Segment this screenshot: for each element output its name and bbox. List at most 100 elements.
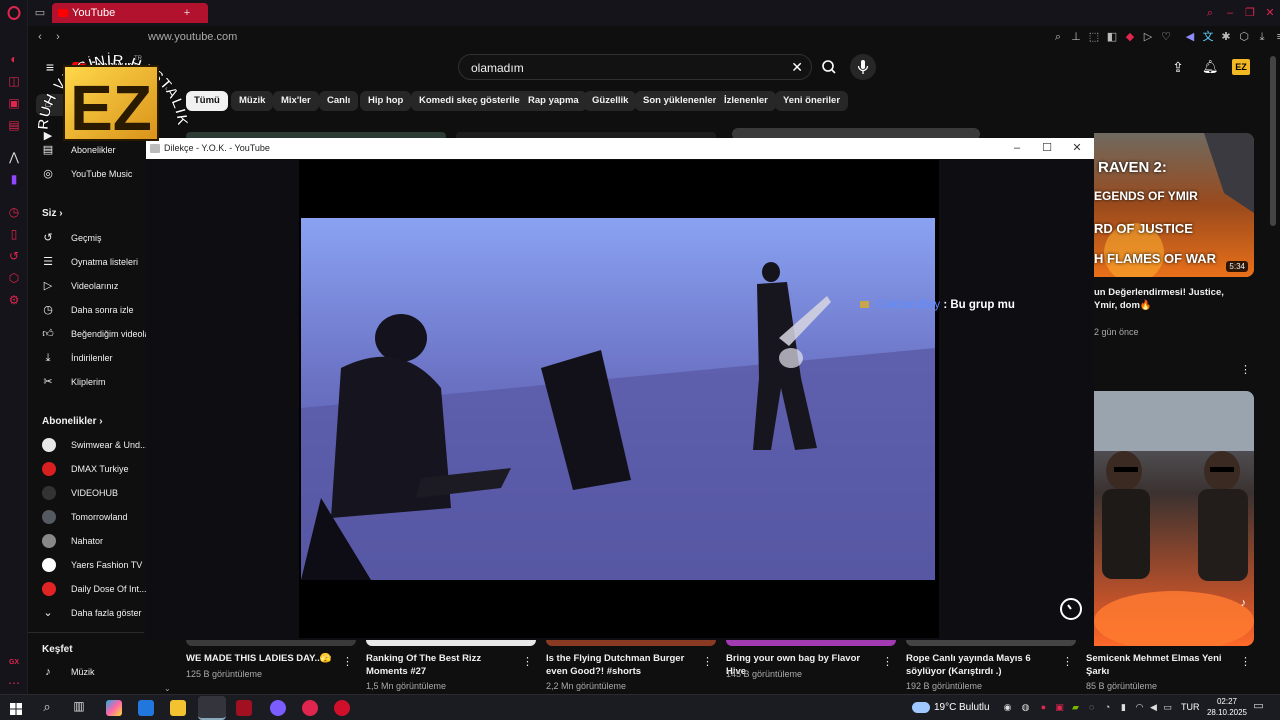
new-tab-button[interactable]: +: [181, 7, 193, 19]
windows-start-icon[interactable]: [10, 702, 22, 715]
video-thumbnail[interactable]: RAVEN 2: EGENDS OF YMIR RD OF JUSTICE H …: [1094, 133, 1254, 277]
copilot-icon[interactable]: [106, 700, 122, 716]
chip-comedy[interactable]: Komedi skeç gösterileri: [411, 91, 535, 111]
short-title[interactable]: Ranking Of The Best Rizz Moments #27: [366, 652, 516, 678]
opera-gx-taskbar-icon[interactable]: [334, 700, 350, 716]
short-thumbnail[interactable]: ♪: [1094, 391, 1254, 646]
popup-titlebar[interactable]: Dilekçe - Y.O.K. - YouTube – ☐ ✕: [146, 138, 1094, 159]
minimize-window-icon[interactable]: –: [1224, 7, 1236, 19]
keyboard-language[interactable]: TUR: [1181, 702, 1200, 712]
nvidia-tray-icon[interactable]: ▰: [1070, 702, 1081, 713]
file-explorer-icon[interactable]: [170, 700, 186, 716]
chip-live[interactable]: Canlı: [319, 91, 359, 111]
search-input[interactable]: olamadım: [471, 61, 524, 75]
more-options-icon[interactable]: ⋮: [1240, 657, 1251, 668]
tab-manager-icon[interactable]: ▭: [34, 7, 46, 19]
more-options-icon[interactable]: ⋮: [1240, 365, 1251, 376]
player-icon[interactable]: ▣: [7, 96, 21, 110]
messenger-icon[interactable]: ◐: [7, 52, 21, 66]
popup-minimize-button[interactable]: –: [1002, 138, 1032, 159]
more-options-icon[interactable]: ⋮: [342, 657, 353, 668]
short-title[interactable]: Semicenk Mehmet Elmas Yeni Şarkı: [1086, 652, 1226, 678]
share-icon[interactable]: ◧: [1106, 31, 1118, 43]
obs-taskbar-icon[interactable]: [198, 696, 226, 720]
notifications-bell-icon[interactable]: 🔔︎: [1202, 60, 1219, 73]
app-tray-icon[interactable]: ▣: [1054, 702, 1065, 713]
mail-icon[interactable]: [138, 700, 154, 716]
twitch-icon[interactable]: ▮: [7, 172, 21, 186]
popup-close-button[interactable]: ✕: [1062, 138, 1092, 159]
nav-subs-heading[interactable]: Abonelikler ›: [42, 416, 103, 427]
pocket-icon[interactable]: ◆: [1124, 31, 1136, 43]
battery-tray-icon[interactable]: ▭: [1162, 702, 1173, 713]
heart-icon[interactable]: ♡: [1160, 31, 1172, 43]
clock-icon[interactable]: ◷: [7, 205, 21, 219]
weather-desc[interactable]: Bulutlu: [959, 702, 990, 713]
history-sidebar-icon[interactable]: ↺: [7, 249, 21, 263]
tab-search-icon[interactable]: ⌕: [1204, 7, 1216, 19]
nav-you-heading[interactable]: Siz ›: [42, 208, 63, 219]
extension-icon[interactable]: ⬡: [1238, 31, 1250, 43]
sound-icon[interactable]: ◀: [1184, 31, 1196, 43]
bookmark-icon[interactable]: ▯: [7, 227, 21, 241]
search-button[interactable]: [814, 54, 844, 80]
avatar[interactable]: EZ: [1232, 59, 1250, 75]
upload-icon[interactable]: ⇪: [1172, 60, 1184, 74]
menu-icon[interactable]: ≡: [1274, 31, 1280, 43]
pin-icon[interactable]: ⊥: [1070, 31, 1082, 43]
chip-new[interactable]: Yeni öneriler: [775, 91, 849, 111]
settings-icon[interactable]: ⚙: [7, 293, 21, 307]
more-options-icon[interactable]: ⋮: [702, 657, 713, 668]
downloads-icon[interactable]: ⤓: [1256, 31, 1268, 43]
maximize-window-icon[interactable]: ❐: [1244, 7, 1256, 19]
popup-maximize-button[interactable]: ☐: [1032, 138, 1062, 159]
chip-mixes[interactable]: Mix'ler: [273, 91, 319, 111]
short-title[interactable]: Rope Canlı yayında Mayıs 6 söylüyor (Kar…: [906, 652, 1046, 678]
chip-recent[interactable]: Son yüklenenler: [635, 91, 725, 111]
close-window-icon[interactable]: ✕: [1264, 7, 1276, 19]
clear-search-icon[interactable]: ✕: [791, 59, 803, 76]
news-icon[interactable]: ▤: [7, 118, 21, 132]
short-title[interactable]: Is the Flying Dutchman Burger even Good?…: [546, 652, 696, 678]
short-title[interactable]: WE MADE THIS LADIES DAY..🫣: [186, 652, 336, 665]
globe-tray-icon[interactable]: ◌: [1086, 702, 1097, 713]
more-options-icon[interactable]: ⋮: [1062, 657, 1073, 668]
opera-taskbar-icon[interactable]: [302, 700, 318, 716]
whatsapp-tray-icon[interactable]: ◔: [1102, 702, 1113, 713]
video-player[interactable]: [299, 160, 939, 638]
timer-icon[interactable]: [1060, 598, 1082, 620]
discord-icon[interactable]: [270, 700, 286, 716]
weather-cloud-icon[interactable]: [912, 702, 930, 713]
chip-beauty[interactable]: Güzellik: [584, 91, 637, 111]
task-view-icon[interactable]: ▥: [72, 700, 86, 715]
chip-watched[interactable]: İzlenenler: [716, 91, 776, 111]
search-box[interactable]: olamadım ✕: [458, 54, 812, 80]
page-scrollbar[interactable]: [1270, 56, 1276, 226]
snapshot-icon[interactable]: ⬚: [1088, 31, 1100, 43]
microphone-tray-icon[interactable]: ▮: [1118, 702, 1129, 713]
zoom-icon[interactable]: ⌕: [1052, 31, 1064, 43]
wifi-tray-icon[interactable]: ◠: [1134, 702, 1145, 713]
more-options-icon[interactable]: ⋮: [522, 657, 533, 668]
taskbar-date[interactable]: 28.10.2025: [1204, 708, 1250, 717]
chip-music[interactable]: Müzik: [231, 91, 274, 111]
notification-center-icon[interactable]: ▭: [1252, 701, 1265, 714]
bag-icon[interactable]: ◫: [7, 74, 21, 88]
steam-tray-icon[interactable]: ◉: [1002, 702, 1013, 713]
chat-username[interactable]: GokboruBey: [876, 299, 940, 311]
taskbar-time[interactable]: 02:27: [1212, 697, 1242, 706]
play-icon[interactable]: ▷: [1142, 31, 1154, 43]
more-options-icon[interactable]: ⋮: [882, 657, 893, 668]
scroll-down-icon[interactable]: ⌄: [164, 684, 171, 693]
chip-rap[interactable]: Rap yapma: [520, 91, 587, 111]
more-icon[interactable]: ⋯: [7, 676, 21, 690]
aria-icon[interactable]: ⋀: [7, 150, 21, 164]
voicemeeter-icon[interactable]: [236, 700, 252, 716]
volume-tray-icon[interactable]: ◀: [1148, 702, 1159, 713]
extensions-sidebar-icon[interactable]: ⬡: [7, 271, 21, 285]
puzzle-icon[interactable]: ✱: [1220, 31, 1232, 43]
video-title[interactable]: un Değerlendirmesi! Justice, Ymir, dom🔥: [1094, 286, 1244, 312]
weather-temp[interactable]: 19°C: [934, 702, 956, 713]
chip-hiphop[interactable]: Hip hop: [360, 91, 412, 111]
translate-icon[interactable]: 文: [1202, 31, 1214, 43]
